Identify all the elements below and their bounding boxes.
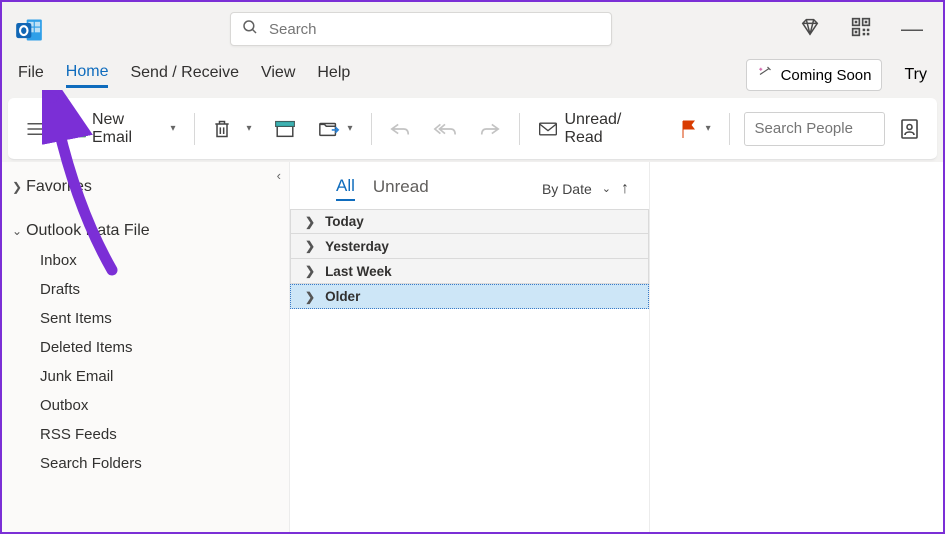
- archive-button[interactable]: [266, 113, 304, 145]
- folder-junk-email[interactable]: Junk Email: [30, 362, 289, 391]
- premium-icon[interactable]: [799, 16, 821, 43]
- menu-bar: File Home Send / Receive View Help Comin…: [2, 56, 943, 94]
- menu-view[interactable]: View: [261, 64, 295, 86]
- unread-read-label: Unread/ Read: [564, 111, 657, 147]
- outlook-icon: [15, 16, 43, 44]
- folder-outbox[interactable]: Outbox: [30, 391, 289, 420]
- data-file-section[interactable]: ⌄ Outlook Data File: [2, 216, 289, 246]
- group-label: Yesterday: [325, 239, 389, 254]
- people-search-input[interactable]: [755, 120, 874, 137]
- chevron-down-icon: ⌄: [12, 224, 22, 238]
- search-box[interactable]: [230, 12, 612, 46]
- people-search-box[interactable]: [744, 112, 885, 146]
- divider: [729, 113, 730, 145]
- mail-tabs: All Unread By Date ⌄ ↑: [290, 170, 649, 209]
- move-button[interactable]: ▾: [310, 113, 361, 145]
- folder-rss-feeds[interactable]: RSS Feeds: [30, 420, 289, 449]
- reply-all-button[interactable]: [425, 114, 465, 144]
- group-today[interactable]: ❯ Today: [290, 209, 649, 234]
- chevron-right-icon: ❯: [305, 239, 315, 253]
- group-label: Last Week: [325, 264, 392, 279]
- ribbon: New Email ▾ ▾ ▾ Unread/ Read ▾: [8, 98, 937, 160]
- preview-pane: [650, 162, 943, 532]
- chevron-right-icon: ❯: [305, 264, 315, 278]
- folder-sent-items[interactable]: Sent Items: [30, 304, 289, 333]
- chevron-down-icon: ▾: [706, 123, 711, 134]
- sort-control[interactable]: By Date ⌄ ↑: [542, 180, 629, 198]
- divider: [194, 113, 195, 145]
- group-last-week[interactable]: ❯ Last Week: [290, 259, 649, 284]
- search-container: [230, 12, 612, 46]
- menu-send-receive[interactable]: Send / Receive: [130, 64, 239, 86]
- reply-button[interactable]: [381, 114, 419, 144]
- qr-icon[interactable]: [851, 17, 871, 42]
- search-input[interactable]: [269, 21, 601, 38]
- sparkle-icon: [757, 64, 775, 86]
- chevron-right-icon: ❯: [12, 180, 22, 194]
- chevron-down-icon: ⌄: [602, 182, 611, 195]
- title-bar: —: [2, 2, 943, 56]
- chevron-down-icon: ▾: [246, 123, 251, 134]
- search-icon: [241, 18, 259, 41]
- content: ‹ ❯ Favorites ⌄ Outlook Data File Inbox …: [2, 162, 943, 532]
- flag-button[interactable]: ▾: [672, 113, 719, 145]
- folder-inbox[interactable]: Inbox: [30, 246, 289, 275]
- delete-button[interactable]: ▾: [204, 113, 259, 145]
- favorites-section[interactable]: ❯ Favorites: [2, 172, 289, 202]
- menu-file[interactable]: File: [18, 64, 44, 86]
- menu-help[interactable]: Help: [317, 64, 350, 86]
- unread-read-button[interactable]: Unread/ Read: [530, 105, 665, 153]
- envelope-icon: [538, 119, 558, 139]
- chevron-down-icon: ▾: [348, 123, 353, 134]
- folder-list: Inbox Drafts Sent Items Deleted Items Ju…: [2, 246, 289, 478]
- data-file-label: Outlook Data File: [26, 222, 150, 240]
- group-yesterday[interactable]: ❯ Yesterday: [290, 234, 649, 259]
- coming-soon-toggle[interactable]: Coming Soon: [746, 59, 883, 91]
- folder-deleted-items[interactable]: Deleted Items: [30, 333, 289, 362]
- address-book-button[interactable]: [891, 112, 927, 146]
- sort-label: By Date: [542, 181, 592, 197]
- chevron-right-icon: ❯: [305, 215, 315, 229]
- group-label: Today: [325, 214, 364, 229]
- sort-direction-icon[interactable]: ↑: [621, 180, 629, 198]
- coming-soon-label: Coming Soon: [781, 67, 872, 84]
- mail-plus-icon: [66, 119, 86, 139]
- group-older[interactable]: ❯ Older: [290, 284, 649, 309]
- chevron-down-icon: ▾: [170, 123, 175, 134]
- folder-search-folders[interactable]: Search Folders: [30, 449, 289, 478]
- menu-try[interactable]: Try: [904, 66, 927, 84]
- mail-groups: ❯ Today ❯ Yesterday ❯ Last Week ❯ Older: [290, 209, 649, 309]
- chevron-right-icon: ❯: [305, 290, 315, 304]
- mail-list: All Unread By Date ⌄ ↑ ❯ Today ❯ Yesterd…: [290, 162, 650, 532]
- forward-button[interactable]: [471, 114, 509, 144]
- sidebar: ‹ ❯ Favorites ⌄ Outlook Data File Inbox …: [2, 162, 290, 532]
- divider: [519, 113, 520, 145]
- folder-drafts[interactable]: Drafts: [30, 275, 289, 304]
- tab-unread[interactable]: Unread: [373, 177, 429, 200]
- minimize-button[interactable]: —: [901, 16, 923, 42]
- new-email-label: New Email: [92, 111, 162, 147]
- title-right: —: [799, 16, 923, 43]
- favorites-label: Favorites: [26, 178, 92, 196]
- divider: [371, 113, 372, 145]
- new-email-button[interactable]: New Email ▾: [58, 105, 184, 153]
- menu-home[interactable]: Home: [66, 63, 109, 88]
- tab-all[interactable]: All: [336, 176, 355, 201]
- collapse-sidebar-button[interactable]: ‹: [277, 168, 281, 183]
- group-label: Older: [325, 289, 360, 304]
- expand-nav-button[interactable]: [18, 115, 52, 143]
